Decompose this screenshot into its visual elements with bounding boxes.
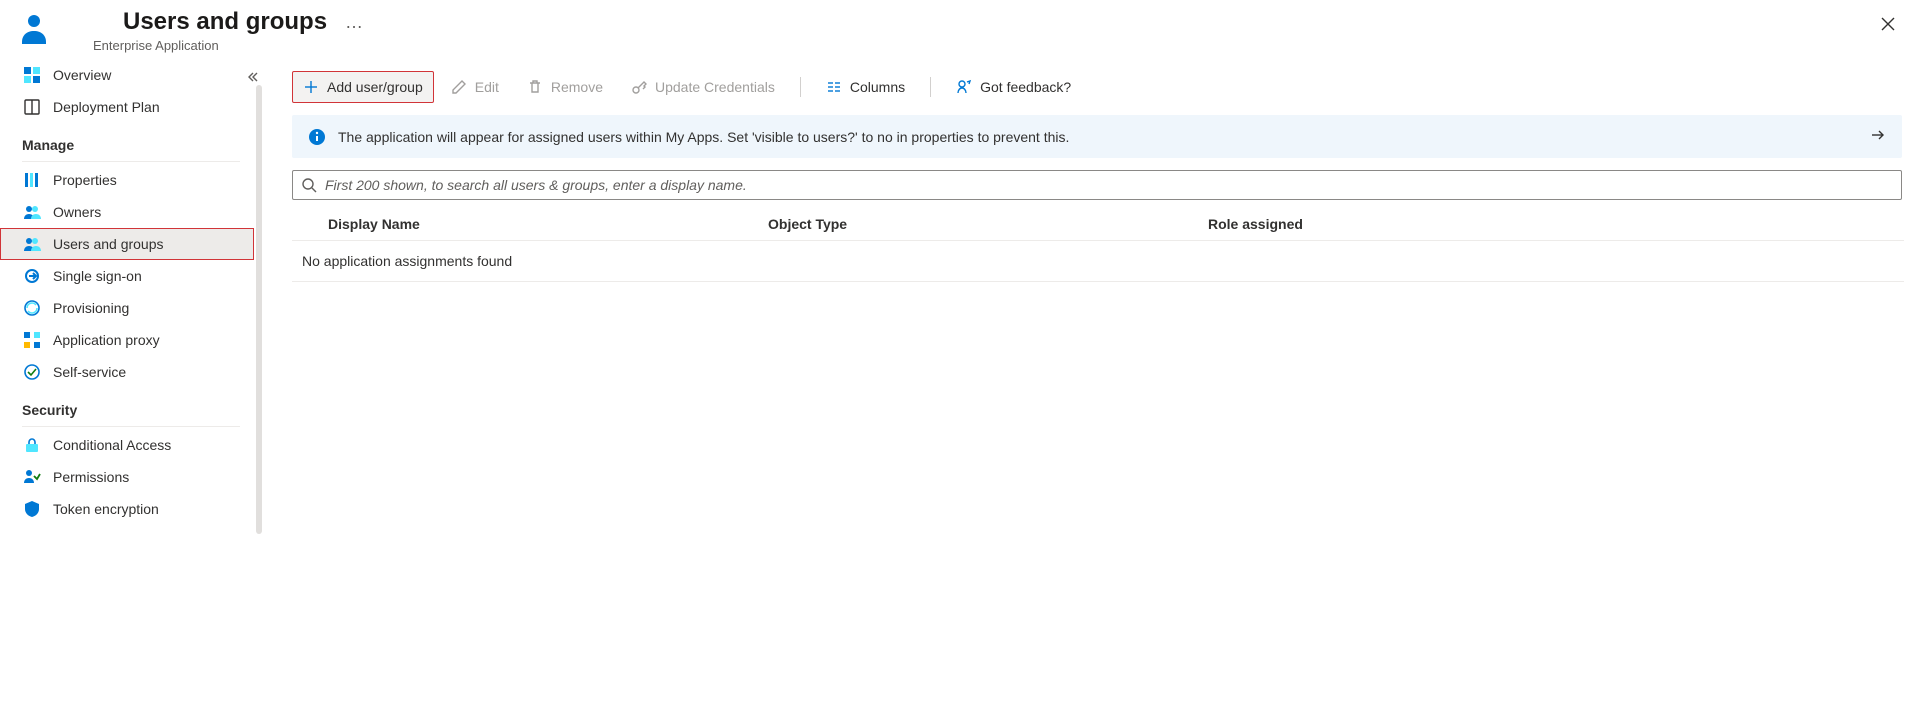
toolbar-label: Got feedback? bbox=[980, 79, 1071, 95]
sidebar-item-label: Self-service bbox=[53, 364, 126, 380]
trash-icon bbox=[527, 79, 543, 95]
columns-icon bbox=[826, 79, 842, 95]
sidebar-item-label: Token encryption bbox=[53, 501, 159, 517]
sidebar-item-label: Properties bbox=[53, 172, 117, 188]
self-service-icon bbox=[23, 363, 41, 381]
edit-button[interactable]: Edit bbox=[440, 71, 510, 103]
info-banner-link[interactable] bbox=[1870, 127, 1886, 146]
sidebar-item-application-proxy[interactable]: Application proxy bbox=[0, 324, 254, 356]
properties-icon bbox=[23, 171, 41, 189]
add-user-group-button[interactable]: Add user/group bbox=[292, 71, 434, 103]
column-display-name[interactable]: Display Name bbox=[328, 216, 768, 232]
toolbar-label: Remove bbox=[551, 79, 603, 95]
sidebar-item-single-sign-on[interactable]: Single sign-on bbox=[0, 260, 254, 292]
overview-icon bbox=[23, 66, 41, 84]
toolbar-separator bbox=[930, 77, 931, 97]
columns-button[interactable]: Columns bbox=[815, 71, 916, 103]
search-input[interactable] bbox=[325, 177, 1893, 193]
owners-icon bbox=[23, 203, 41, 221]
sidebar-item-self-service[interactable]: Self-service bbox=[0, 356, 254, 388]
book-icon bbox=[23, 98, 41, 116]
pencil-icon bbox=[451, 79, 467, 95]
feedback-icon bbox=[956, 79, 972, 95]
toolbar-label: Edit bbox=[475, 79, 499, 95]
sidebar-item-label: Overview bbox=[53, 67, 111, 83]
sidebar-item-label: Application proxy bbox=[53, 332, 160, 348]
proxy-icon bbox=[23, 331, 41, 349]
sidebar-item-owners[interactable]: Owners bbox=[0, 196, 254, 228]
sso-icon bbox=[23, 267, 41, 285]
more-actions-button[interactable]: … bbox=[339, 12, 369, 33]
search-icon bbox=[301, 177, 317, 193]
info-banner-text: The application will appear for assigned… bbox=[338, 129, 1858, 145]
close-button[interactable] bbox=[1874, 10, 1902, 38]
sidebar: Overview Deployment Plan Manage Properti… bbox=[0, 59, 256, 701]
column-role-assigned[interactable]: Role assigned bbox=[1208, 216, 1904, 232]
info-icon bbox=[308, 128, 326, 146]
toolbar-separator bbox=[800, 77, 801, 97]
permissions-icon bbox=[23, 468, 41, 486]
sidebar-scrollbar[interactable] bbox=[256, 85, 262, 534]
feedback-button[interactable]: Got feedback? bbox=[945, 71, 1082, 103]
sidebar-item-label: Single sign-on bbox=[53, 268, 142, 284]
sidebar-item-properties[interactable]: Properties bbox=[0, 164, 254, 196]
page-subtitle: Enterprise Application bbox=[93, 38, 369, 53]
search-box[interactable] bbox=[292, 170, 1902, 200]
toolbar-label: Add user/group bbox=[327, 79, 423, 95]
info-banner: The application will appear for assigned… bbox=[292, 115, 1902, 158]
toolbar-label: Columns bbox=[850, 79, 905, 95]
shield-icon bbox=[23, 500, 41, 518]
main-content: Add user/group Edit Remove Update Creden… bbox=[262, 59, 1920, 701]
column-object-type[interactable]: Object Type bbox=[768, 216, 1208, 232]
sidebar-item-label: Permissions bbox=[53, 469, 129, 485]
sidebar-item-label: Deployment Plan bbox=[53, 99, 160, 115]
sidebar-item-label: Conditional Access bbox=[53, 437, 171, 453]
page-title: Users and groups bbox=[123, 8, 327, 36]
sidebar-item-label: Provisioning bbox=[53, 300, 129, 316]
divider bbox=[22, 426, 240, 427]
sidebar-item-provisioning[interactable]: Provisioning bbox=[0, 292, 254, 324]
table-header: Display Name Object Type Role assigned bbox=[292, 208, 1904, 241]
sidebar-item-permissions[interactable]: Permissions bbox=[0, 461, 254, 493]
key-icon bbox=[631, 79, 647, 95]
sidebar-item-label: Users and groups bbox=[53, 236, 164, 252]
sidebar-item-overview[interactable]: Overview bbox=[0, 59, 254, 91]
sidebar-item-users-groups[interactable]: Users and groups bbox=[0, 228, 254, 260]
sidebar-item-token-encryption[interactable]: Token encryption bbox=[0, 493, 254, 525]
update-credentials-button[interactable]: Update Credentials bbox=[620, 71, 786, 103]
users-groups-icon bbox=[23, 235, 41, 253]
sidebar-section-security: Security bbox=[0, 388, 254, 424]
sidebar-item-conditional-access[interactable]: Conditional Access bbox=[0, 429, 254, 461]
lock-icon bbox=[23, 436, 41, 454]
plus-icon bbox=[303, 79, 319, 95]
toolbar-label: Update Credentials bbox=[655, 79, 775, 95]
provisioning-icon bbox=[23, 299, 41, 317]
sidebar-item-label: Owners bbox=[53, 204, 101, 220]
divider bbox=[22, 161, 240, 162]
sidebar-section-manage: Manage bbox=[0, 123, 254, 159]
sidebar-item-deployment-plan[interactable]: Deployment Plan bbox=[0, 91, 254, 123]
remove-button[interactable]: Remove bbox=[516, 71, 614, 103]
toolbar: Add user/group Edit Remove Update Creden… bbox=[292, 65, 1904, 109]
table-empty-state: No application assignments found bbox=[292, 241, 1904, 282]
page-header: Users and groups … Enterprise Applicatio… bbox=[0, 0, 1920, 59]
enterprise-app-icon bbox=[18, 12, 50, 44]
